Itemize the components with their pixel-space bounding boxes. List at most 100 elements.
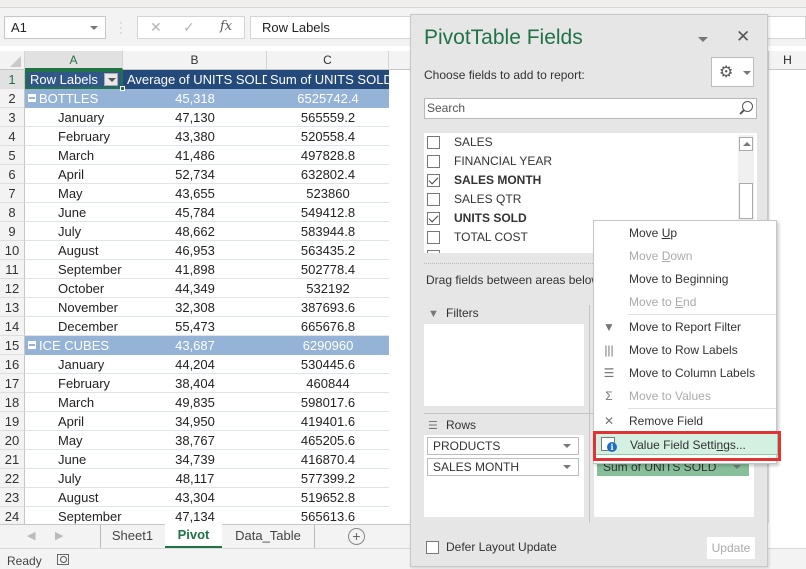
- drag-handle-icon[interactable]: · · ·: [119, 16, 123, 38]
- chevron-down-icon[interactable]: [90, 26, 98, 30]
- row-label-cell[interactable]: January: [25, 108, 123, 127]
- average-header-cell[interactable]: Average of UNITS SOLD: [123, 70, 271, 89]
- sum-value-cell[interactable]: 523860: [267, 184, 389, 203]
- average-value-cell[interactable]: 41,898: [123, 260, 267, 279]
- row-number[interactable]: 24: [0, 507, 25, 524]
- sum-value-cell[interactable]: 632802.4: [267, 165, 389, 184]
- prev-sheet-icon[interactable]: ◀: [27, 529, 35, 542]
- defer-layout-update-checkbox[interactable]: Defer Layout Update: [426, 540, 557, 555]
- sum-value-cell[interactable]: 497828.8: [267, 146, 389, 165]
- column-header-c[interactable]: C: [267, 51, 389, 70]
- row-label-cell[interactable]: March: [25, 146, 123, 165]
- field-checkbox[interactable]: [427, 136, 440, 149]
- tab-data-table[interactable]: Data_Table: [222, 525, 315, 548]
- column-header-b[interactable]: B: [123, 51, 267, 70]
- average-value-cell[interactable]: 41,486: [123, 146, 267, 165]
- context-menu-item[interactable]: Move to End: [594, 291, 778, 313]
- field-checkbox[interactable]: [427, 231, 440, 244]
- row-label-cell[interactable]: May: [25, 431, 123, 450]
- row-number[interactable]: 12: [0, 279, 25, 298]
- average-value-cell[interactable]: 45,318: [123, 89, 267, 108]
- filters-drop-area[interactable]: [424, 324, 584, 406]
- row-label-cell[interactable]: February: [25, 374, 123, 393]
- row-label-cell[interactable]: BOTTLES: [25, 89, 123, 108]
- average-value-cell[interactable]: 49,835: [123, 393, 267, 412]
- average-value-cell[interactable]: 44,349: [123, 279, 267, 298]
- row-number[interactable]: 15: [0, 336, 25, 355]
- row-label-cell[interactable]: June: [25, 450, 123, 469]
- checkbox[interactable]: [426, 541, 439, 554]
- row-number[interactable]: 4: [0, 127, 25, 146]
- row-number[interactable]: 10: [0, 241, 25, 260]
- field-item[interactable]: SALES MONTH: [424, 171, 757, 190]
- sum-value-cell[interactable]: 502778.4: [267, 260, 389, 279]
- sum-value-cell[interactable]: 416870.4: [267, 450, 389, 469]
- row-label-cell[interactable]: November: [25, 298, 123, 317]
- field-item[interactable]: SALES: [424, 133, 757, 152]
- fill-handle[interactable]: [120, 86, 125, 91]
- sum-value-cell[interactable]: 387693.6: [267, 298, 389, 317]
- average-value-cell[interactable]: 45,784: [123, 203, 267, 222]
- column-header-h[interactable]: H: [768, 51, 806, 70]
- context-menu-item[interactable]: ▼ Move to Report Filter: [594, 316, 778, 338]
- row-label-cell[interactable]: October: [25, 279, 123, 298]
- field-search-input[interactable]: Search: [424, 98, 757, 119]
- chevron-down-icon[interactable]: [733, 465, 741, 469]
- row-label-cell[interactable]: May: [25, 184, 123, 203]
- rows-drop-area[interactable]: PRODUCTS SALES MONTH: [424, 435, 584, 517]
- context-menu-item[interactable]: Move Up: [594, 222, 778, 244]
- row-label-cell[interactable]: March: [25, 393, 123, 412]
- row-number[interactable]: 18: [0, 393, 25, 412]
- sum-value-cell[interactable]: 532192: [267, 279, 389, 298]
- row-number[interactable]: 2: [0, 89, 25, 108]
- column-header-a[interactable]: A: [25, 51, 123, 70]
- context-menu-item[interactable]: Move to Beginning: [594, 268, 778, 290]
- average-value-cell[interactable]: 43,655: [123, 184, 267, 203]
- update-button[interactable]: Update: [707, 537, 755, 559]
- context-menu-item[interactable]: ☰ Move to Column Labels: [594, 362, 778, 384]
- field-checkbox[interactable]: [427, 174, 440, 187]
- field-checkbox[interactable]: [427, 193, 440, 206]
- chevron-down-icon[interactable]: [563, 465, 571, 469]
- context-menu-item[interactable]: ||| Move to Row Labels: [594, 339, 778, 361]
- collapse-icon[interactable]: [28, 94, 36, 102]
- sum-value-cell[interactable]: 419401.6: [267, 412, 389, 431]
- field-checkbox[interactable]: [427, 155, 440, 168]
- row-number[interactable]: 16: [0, 355, 25, 374]
- average-value-cell[interactable]: 48,117: [123, 469, 267, 488]
- row-number[interactable]: 14: [0, 317, 25, 336]
- average-value-cell[interactable]: 47,134: [123, 507, 267, 524]
- sum-value-cell[interactable]: 530445.6: [267, 355, 389, 374]
- row-number[interactable]: 8: [0, 203, 25, 222]
- row-number[interactable]: 19: [0, 412, 25, 431]
- chevron-down-icon[interactable]: [563, 444, 571, 448]
- select-all-button[interactable]: [0, 51, 25, 70]
- context-menu-item[interactable]: Move Down: [594, 245, 778, 267]
- row-label-cell[interactable]: February: [25, 127, 123, 146]
- sum-value-cell[interactable]: 519652.8: [267, 488, 389, 507]
- tab-pivot[interactable]: Pivot: [165, 524, 222, 548]
- insert-function-icon[interactable]: fx: [220, 19, 232, 34]
- field-item[interactable]: SALES QTR: [424, 190, 757, 209]
- average-value-cell[interactable]: 48,662: [123, 222, 267, 241]
- row-label-cell[interactable]: April: [25, 412, 123, 431]
- average-value-cell[interactable]: 46,953: [123, 241, 267, 260]
- row-label-cell[interactable]: September: [25, 507, 123, 524]
- average-value-cell[interactable]: 34,739: [123, 450, 267, 469]
- average-value-cell[interactable]: 34,950: [123, 412, 267, 431]
- sum-value-cell[interactable]: 565559.2: [267, 108, 389, 127]
- rows-field-products[interactable]: PRODUCTS: [427, 437, 579, 455]
- average-value-cell[interactable]: 32,308: [123, 298, 267, 317]
- macro-record-icon[interactable]: [57, 554, 69, 565]
- row-number[interactable]: 20: [0, 431, 25, 450]
- sum-value-cell[interactable]: 520558.4: [267, 127, 389, 146]
- row-number[interactable]: 5: [0, 146, 25, 165]
- average-value-cell[interactable]: 44,204: [123, 355, 267, 374]
- sum-value-cell[interactable]: 465205.6: [267, 431, 389, 450]
- average-value-cell[interactable]: 55,473: [123, 317, 267, 336]
- scroll-up-icon[interactable]: [739, 137, 753, 151]
- average-value-cell[interactable]: 52,734: [123, 165, 267, 184]
- row-number[interactable]: 11: [0, 260, 25, 279]
- tab-sheet1[interactable]: Sheet1: [100, 525, 164, 548]
- row-number[interactable]: 21: [0, 450, 25, 469]
